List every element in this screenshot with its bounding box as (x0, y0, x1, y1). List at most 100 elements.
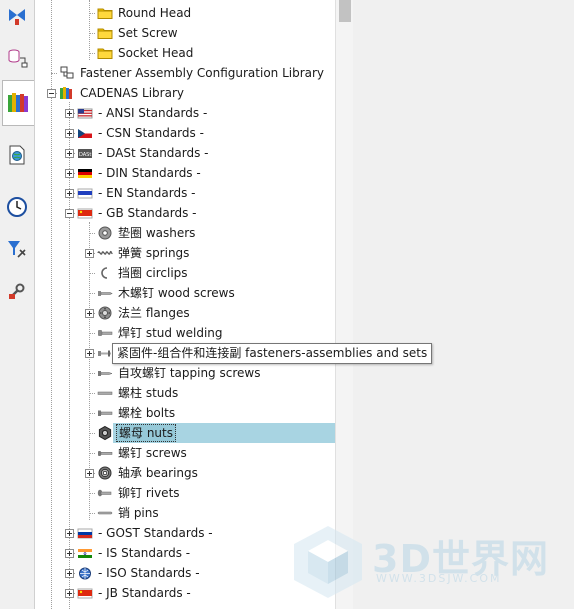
dast-icon: DASt (77, 145, 93, 161)
expand-toggle[interactable] (65, 569, 74, 578)
tree-node-label: 弹簧 springs (118, 246, 190, 260)
flag-cn-icon (77, 585, 93, 601)
taskbar-button-database[interactable] (3, 44, 31, 72)
scrollbar-thumb[interactable] (339, 0, 351, 22)
tree-node-label: 挡圈 circlips (118, 266, 188, 280)
tree-node[interactable]: DASt - DASt Standards - (35, 143, 336, 163)
tree-node[interactable]: 法兰 flanges (35, 303, 336, 323)
svg-text:DASt: DASt (79, 152, 91, 158)
tree-node-label: 螺钉 screws (118, 446, 187, 460)
expand-toggle[interactable] (65, 109, 74, 118)
tree-node[interactable]: CADENAS Library (35, 83, 336, 103)
pin-icon (97, 505, 113, 521)
tree-node-label: 轴承 bearings (118, 466, 198, 480)
screw-icon (97, 445, 113, 461)
tree-node[interactable]: - DIN Standards - (35, 163, 336, 183)
task-pane-bar (0, 0, 35, 609)
tree-node[interactable]: 焊钉 stud welding (35, 323, 336, 343)
folder-icon (97, 5, 113, 21)
taskbar-button-library-books[interactable] (2, 80, 35, 126)
tree-node[interactable]: - EN Standards - (35, 183, 336, 203)
folder-icon (97, 25, 113, 41)
flag-cn-icon (77, 205, 93, 221)
collapse-toggle[interactable] (47, 89, 56, 98)
expand-toggle[interactable] (65, 589, 74, 598)
tree-node[interactable]: - ANSI Standards - (35, 103, 336, 123)
tree-node[interactable]: - GB Standards - (35, 203, 336, 223)
taskbar-button-filter-tools[interactable] (3, 236, 31, 264)
expand-toggle[interactable] (85, 309, 94, 318)
tree-node[interactable]: 螺栓 bolts (35, 403, 336, 423)
config-library-icon (59, 65, 75, 81)
tree-node-label: 螺栓 bolts (118, 406, 176, 420)
tree-node-label: Set Screw (118, 26, 178, 40)
library-tree[interactable]: Round Head Set Screw Socket Head Fastener A… (34, 0, 428, 609)
rivet-icon (97, 485, 113, 501)
flag-de-icon (77, 165, 93, 181)
tree-node-label: - ISO Standards - (98, 566, 200, 580)
spring-icon (97, 245, 113, 261)
assembly-set-icon (97, 345, 113, 361)
tree-node[interactable]: Set Screw (35, 23, 336, 43)
collapse-toggle[interactable] (65, 209, 74, 218)
tree-node[interactable]: 木螺钉 wood screws (35, 283, 336, 303)
stud-icon (97, 385, 113, 401)
expand-toggle[interactable] (65, 169, 74, 178)
tree-node-label: 螺柱 studs (118, 386, 179, 400)
bearing-icon (97, 465, 113, 481)
tree-node[interactable]: 自攻螺钉 tapping screws (35, 363, 336, 383)
tree-node-label: Fastener Assembly Configuration Library (80, 66, 325, 80)
tree-node[interactable]: 轴承 bearings (35, 463, 336, 483)
tree-node-label: 法兰 flanges (118, 306, 190, 320)
bolt-icon (97, 405, 113, 421)
tree-node[interactable]: Fastener Assembly Configuration Library (35, 63, 336, 83)
expand-toggle[interactable] (65, 529, 74, 538)
tree-node[interactable]: Round Head (35, 3, 336, 23)
expand-toggle[interactable] (85, 469, 94, 478)
tree-node[interactable]: 螺母 nuts (35, 423, 336, 443)
expand-toggle[interactable] (85, 249, 94, 258)
flag-cz-icon (77, 125, 93, 141)
expand-toggle[interactable] (65, 129, 74, 138)
expand-toggle[interactable] (65, 549, 74, 558)
watermark-cube-icon (294, 526, 362, 598)
watermark-url: WWW.3DSJW.COM (376, 572, 502, 585)
tree-node-label: - IS Standards - (98, 546, 191, 560)
nut-icon (97, 425, 113, 441)
tree-node-label: 自攻螺钉 tapping screws (118, 366, 261, 380)
tree-node-label: - CSN Standards - (98, 126, 204, 140)
library-books-icon (6, 89, 32, 118)
assembly-icon (6, 6, 28, 31)
taskbar-button-wrench-tools[interactable] (3, 278, 31, 306)
taskbar-button-clock[interactable] (3, 194, 31, 222)
tree-node-label: CADENAS Library (80, 86, 184, 100)
tree-node[interactable]: 螺钉 screws (35, 443, 336, 463)
tree-node-label: 螺母 nuts (116, 424, 176, 442)
flag-in-icon (77, 545, 93, 561)
tree-node-label: 木螺钉 wood screws (118, 286, 235, 300)
watermark: 3D世界网 WWW.3DSJW.COM (288, 522, 558, 602)
tree-scrollbar[interactable] (335, 0, 354, 609)
tree-node[interactable]: 铆钉 rivets (35, 483, 336, 503)
tree-node-label: Socket Head (118, 46, 194, 60)
tapping-screw-icon (97, 365, 113, 381)
tree-node[interactable]: Socket Head (35, 43, 336, 63)
taskbar-button-assembly[interactable] (3, 4, 31, 32)
item-tooltip: 紧固件-组合件和连接副 fasteners-assemblies and set… (112, 343, 433, 364)
expand-toggle[interactable] (85, 349, 94, 358)
flag-eu-icon (77, 185, 93, 201)
tree-node[interactable]: - CSN Standards - (35, 123, 336, 143)
tree-node[interactable]: 挡圈 circlips (35, 263, 336, 283)
document-globe-icon (6, 144, 28, 169)
tree-node[interactable]: 销 pins (35, 503, 336, 523)
taskbar-button-document-globe[interactable] (3, 142, 31, 170)
tree-node[interactable]: 螺柱 studs (35, 383, 336, 403)
tree-node-label: - DIN Standards - (98, 166, 201, 180)
expand-toggle[interactable] (65, 149, 74, 158)
wood-screw-icon (97, 285, 113, 301)
expand-toggle[interactable] (65, 189, 74, 198)
tree-node[interactable]: 弹簧 springs (35, 243, 336, 263)
folder-icon (97, 45, 113, 61)
tree-node[interactable]: 垫圈 washers (35, 223, 336, 243)
wrench-tools-icon (6, 280, 28, 305)
